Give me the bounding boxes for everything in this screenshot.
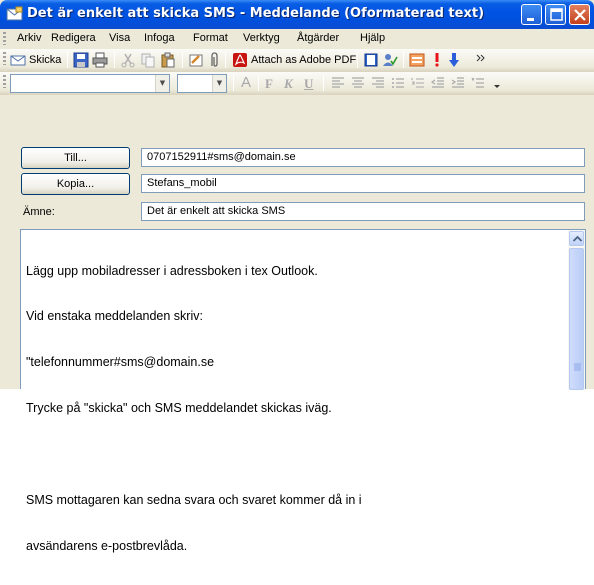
cut-icon[interactable] [120,52,136,68]
bold-button[interactable]: F [265,76,273,92]
menu-format[interactable]: Format [193,32,228,44]
to-field[interactable]: 0707152911#sms@domain.se [141,148,585,167]
attach-icon[interactable] [206,52,222,68]
message-header: Till... 0707152911#sms@domain.se Kopia..… [0,96,594,231]
chevron-down-icon[interactable]: ▼ [212,75,226,92]
body-line: Trycke på "skicka" och SMS meddelandet s… [26,401,332,416]
signature-icon[interactable] [188,52,204,68]
align-left-icon[interactable] [330,75,346,91]
body-line [26,447,556,462]
message-body[interactable]: Lägg upp mobiladresser i adressboken i t… [20,229,586,553]
window-title: Det är enkelt att skicka SMS - Meddeland… [27,6,485,21]
print-icon[interactable] [92,52,108,68]
cc-button[interactable]: Kopia... [21,173,130,195]
menu-bar: Arkiv Redigera Visa Infoga Format Verkty… [0,29,594,49]
subject-field[interactable]: Det är enkelt att skicka SMS [141,202,585,221]
chevron-up-icon [572,235,583,242]
minimize-button[interactable] [521,4,542,25]
toolbar-options-icon[interactable] [489,75,505,91]
message-icon [6,6,23,21]
menu-atgarder[interactable]: Åtgärder [297,32,339,44]
send-button[interactable]: Skicka [29,54,61,66]
attach-pdf-button[interactable]: Attach as Adobe PDF [251,54,356,66]
underline-button[interactable]: U [304,76,313,92]
low-importance-icon[interactable] [446,52,462,68]
menu-grip[interactable] [3,32,6,45]
align-center-icon[interactable] [350,75,366,91]
vertical-scrollbar[interactable] [568,230,585,390]
menu-hjalp[interactable]: Hjälp [360,32,385,44]
decrease-indent-icon[interactable] [430,75,446,91]
scroll-thumb[interactable] [569,248,584,390]
body-line: SMS mottagaren kan sedna svara och svare… [26,493,362,508]
flag-icon[interactable] [409,52,425,68]
maximize-icon [550,8,563,21]
body-text[interactable]: Lägg upp mobiladresser i adressboken i t… [26,233,556,585]
toolbar-separator [225,52,226,68]
chevron-down-icon[interactable]: ▼ [155,75,169,92]
paste-icon[interactable] [160,52,176,68]
grip-icon [574,363,581,371]
toolbar-grip[interactable] [3,52,6,65]
subject-label: Ämne: [23,206,55,218]
body-line: Vid enstaka meddelanden skriv: [26,309,203,324]
menu-verktyg[interactable]: Verktyg [243,32,280,44]
body-line: "telefonnummer#sms@domain.se [26,355,215,370]
font-size-combo[interactable]: ▼ [177,74,227,93]
scroll-up-button[interactable] [569,231,584,246]
menu-redigera[interactable]: Redigera [51,32,96,44]
send-icon [10,55,26,66]
toolbar-separator [323,75,324,91]
align-right-icon[interactable] [370,75,386,91]
cc-field[interactable]: Stefans_mobil [141,174,585,193]
close-button[interactable] [569,4,590,25]
check-names-icon[interactable] [382,52,398,68]
toolbar-separator [403,52,404,68]
font-name-combo[interactable]: ▼ [10,74,170,93]
toolbar-overflow-icon[interactable] [475,52,491,68]
standard-toolbar: Skicka Attach as Adobe PDF [0,49,594,72]
formatting-toolbar: ▼ ▼ A F K U [0,72,594,95]
toolbar-separator [67,52,68,68]
message-window: Det är enkelt att skicka SMS - Meddeland… [0,0,594,553]
close-icon [574,9,586,21]
title-bar[interactable]: Det är enkelt att skicka SMS - Meddeland… [0,0,594,29]
to-button[interactable]: Till... [21,147,130,169]
menu-arkiv[interactable]: Arkiv [17,32,41,44]
menu-infoga[interactable]: Infoga [144,32,175,44]
bullet-list-icon[interactable] [390,75,406,91]
address-book-icon[interactable] [363,52,379,68]
increase-indent-icon[interactable] [450,75,466,91]
font-color-button[interactable]: A [241,74,251,91]
numbered-list-icon[interactable] [410,75,426,91]
italic-button[interactable]: K [284,76,293,92]
maximize-button[interactable] [545,4,566,25]
toolbar-separator [357,52,358,68]
save-icon[interactable] [73,52,89,68]
minimize-icon [527,18,534,21]
high-importance-icon[interactable] [429,52,445,68]
toolbar-grip[interactable] [3,75,6,88]
toolbar-separator [114,52,115,68]
style-list-icon[interactable] [470,75,486,91]
toolbar-separator [258,75,259,91]
adobe-pdf-icon [233,53,247,67]
body-line: Lägg upp mobiladresser i adressboken i t… [26,263,318,278]
toolbar-separator [182,52,183,68]
body-line: avsändarens e-postbrevlåda. [26,538,188,553]
menu-visa[interactable]: Visa [109,32,130,44]
copy-icon[interactable] [140,52,156,68]
toolbar-separator [233,75,234,91]
